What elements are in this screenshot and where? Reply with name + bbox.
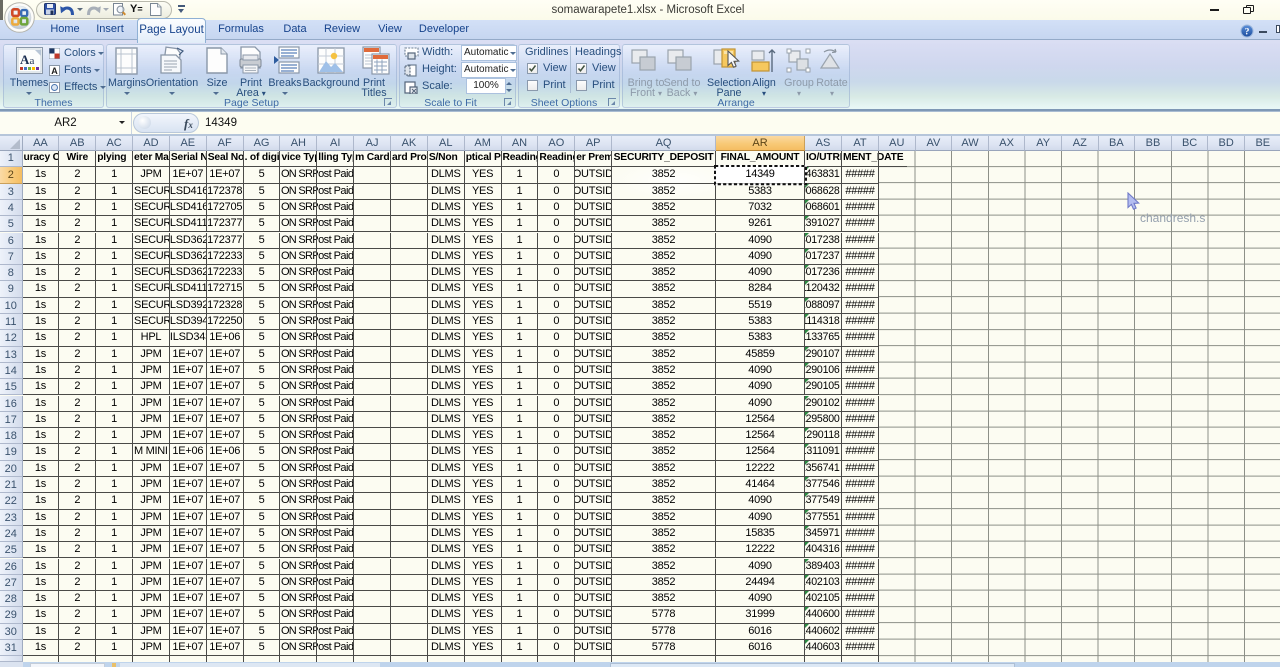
svg-text:?: ? <box>1245 27 1250 38</box>
svg-text:a: a <box>30 55 35 67</box>
svg-text:A: A <box>51 66 58 76</box>
svg-text:A: A <box>20 52 30 67</box>
